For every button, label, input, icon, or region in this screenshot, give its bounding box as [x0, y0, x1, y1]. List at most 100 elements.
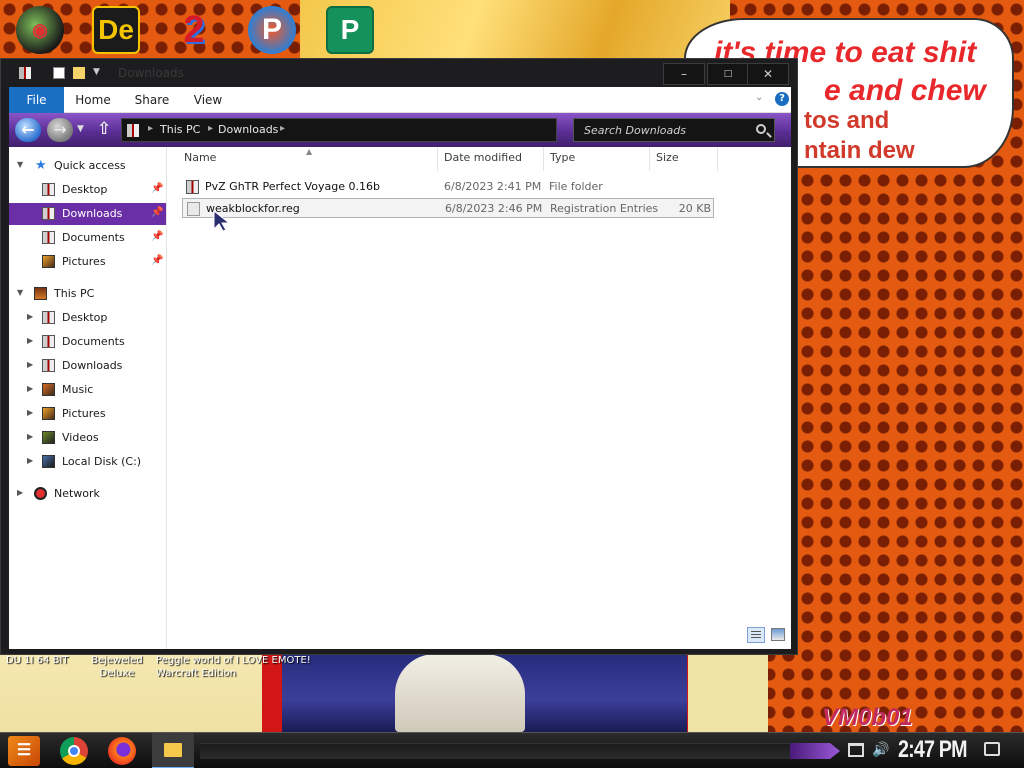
breadcrumb-separator-icon[interactable]: ▸	[148, 123, 153, 134]
nav-label: Local Disk (C:)	[62, 455, 142, 468]
notifications-icon[interactable]	[984, 742, 1000, 756]
nav-this-pc[interactable]: ▼ This PC	[9, 283, 166, 305]
nav-pc-documents[interactable]: ▶ Documents	[9, 331, 166, 353]
tab-home[interactable]: Home	[71, 87, 115, 113]
tab-file[interactable]: File	[9, 87, 64, 113]
nav-label: Downloads	[62, 207, 123, 220]
nav-label: Quick access	[54, 159, 126, 172]
close-button[interactable]: ✕	[747, 63, 789, 85]
tab-share[interactable]: Share	[129, 87, 175, 113]
volume-tray-icon[interactable]: 🔊	[872, 742, 889, 758]
details-view-button[interactable]	[747, 627, 765, 643]
nav-quick-access[interactable]: ▼ ★ Quick access	[9, 155, 166, 177]
explorer-window: ▼ Downloads – □ ✕ File Home Share View ⌄…	[0, 58, 798, 655]
desktop-app-icon-3[interactable]: 2	[170, 6, 218, 54]
pin-icon[interactable]: 📌	[151, 183, 163, 194]
nav-quick-desktop[interactable]: Desktop 📌	[9, 179, 166, 201]
nav-label: Downloads	[62, 359, 123, 372]
quick-access-toolbar-dropdown-icon[interactable]: ▼	[93, 67, 100, 77]
expand-chevron-icon[interactable]: ▶	[27, 312, 33, 321]
desktop-label-peggle[interactable]: Peggle world of I LOVE EMOTE! Warcraft E…	[156, 654, 316, 680]
help-icon[interactable]: ?	[775, 92, 789, 106]
address-bar: ← → ▼ ⇧ ▸ This PC ▸ Downloads ▸ Search D…	[9, 113, 791, 147]
nav-pc-downloads[interactable]: ▶ Downloads	[9, 355, 166, 377]
registry-file-icon	[187, 202, 200, 216]
expand-chevron-icon[interactable]: ▶	[27, 456, 33, 465]
search-icon[interactable]	[756, 124, 766, 134]
nav-quick-pictures[interactable]: Pictures 📌	[9, 251, 166, 273]
desktop-app-icon-1[interactable]: ◉	[16, 6, 64, 54]
desktop-label-1[interactable]: DU 1I 64 BIT	[6, 654, 69, 667]
file-row[interactable]: weakblockfor.reg 6/8/2023 2:46 PM Regist…	[182, 198, 714, 218]
file-size: 20 KB	[678, 202, 711, 215]
taskbar-clock[interactable]: 2:47 PM	[898, 736, 967, 764]
minimize-button[interactable]: –	[663, 63, 705, 85]
nav-quick-documents[interactable]: Documents 📌	[9, 227, 166, 249]
chrome-taskbar-icon[interactable]	[60, 737, 88, 765]
forward-button[interactable]: →	[47, 118, 73, 142]
expand-chevron-icon[interactable]: ▶	[27, 384, 33, 393]
back-button[interactable]: ←	[15, 118, 41, 142]
file-row[interactable]: PvZ GhTR Perfect Voyage 0.16b 6/8/2023 2…	[182, 177, 714, 197]
app-icon-1-glyph: ◉	[32, 19, 48, 40]
new-folder-icon[interactable]	[73, 67, 85, 79]
pin-icon[interactable]: 📌	[151, 255, 163, 266]
pictures-icon	[42, 255, 55, 268]
music-icon	[42, 383, 55, 396]
pin-icon[interactable]: 📌	[151, 231, 163, 242]
file-list: ▲ Name Date modified Type Size PvZ GhTR …	[168, 147, 791, 649]
properties-icon[interactable]	[53, 67, 65, 79]
breadcrumb-downloads[interactable]: Downloads	[218, 123, 278, 136]
firefox-taskbar-icon[interactable]	[108, 737, 136, 765]
desktop-app-icon-5[interactable]: P	[326, 6, 374, 54]
expand-ribbon-chevron-icon[interactable]: ⌄	[755, 92, 763, 103]
file-explorer-taskbar-icon[interactable]	[152, 733, 194, 768]
nav-pc-pictures[interactable]: ▶ Pictures	[9, 403, 166, 425]
desktop-label-bejeweled[interactable]: Bejeweled Deluxe	[86, 654, 148, 680]
up-button[interactable]: ⇧	[97, 119, 111, 139]
breadcrumb-this-pc[interactable]: This PC	[160, 123, 200, 136]
expand-chevron-icon[interactable]: ▶	[27, 432, 33, 441]
column-header-type[interactable]: Type	[544, 147, 650, 171]
nav-pc-local-disk[interactable]: ▶ Local Disk (C:)	[9, 451, 166, 473]
breadcrumb-separator-icon[interactable]: ▸	[208, 123, 213, 134]
recent-locations-dropdown-icon[interactable]: ▼	[77, 124, 84, 134]
collapse-chevron-icon[interactable]: ▼	[17, 288, 23, 297]
column-header-name[interactable]: Name	[178, 147, 438, 171]
expand-chevron-icon[interactable]: ▶	[27, 360, 33, 369]
content-area: ▼ ★ Quick access Desktop 📌 Downloads 📌 D…	[9, 147, 791, 649]
collapse-chevron-icon[interactable]: ▼	[17, 160, 23, 169]
navigation-pane: ▼ ★ Quick access Desktop 📌 Downloads 📌 D…	[9, 147, 167, 649]
start-button[interactable]: ☰	[8, 736, 40, 766]
large-icons-view-button[interactable]	[771, 628, 785, 641]
nav-network[interactable]: ▶ Network	[9, 483, 166, 505]
expand-chevron-icon[interactable]: ▶	[17, 488, 23, 497]
column-header-date[interactable]: Date modified	[438, 147, 544, 171]
tab-view[interactable]: View	[187, 87, 229, 113]
nav-pc-desktop[interactable]: ▶ Desktop	[9, 307, 166, 329]
window-title: Downloads	[118, 66, 184, 80]
watermark: VM0b01	[822, 704, 913, 731]
nav-pc-music[interactable]: ▶ Music	[9, 379, 166, 401]
desktop-app-icon-2[interactable]: De	[92, 6, 140, 54]
app-icon[interactable]	[19, 67, 31, 79]
nav-pc-videos[interactable]: ▶ Videos	[9, 427, 166, 449]
nav-label: This PC	[54, 287, 95, 300]
nav-quick-downloads[interactable]: Downloads 📌	[9, 203, 166, 225]
expand-chevron-icon[interactable]: ▶	[27, 336, 33, 345]
column-header-size[interactable]: Size	[650, 147, 718, 171]
downloads-icon	[42, 359, 55, 372]
pin-icon[interactable]: 📌	[151, 207, 163, 218]
breadcrumb-separator-icon[interactable]: ▸	[280, 123, 285, 134]
title-bar[interactable]: ▼ Downloads – □ ✕	[1, 59, 797, 87]
search-input[interactable]: Search Downloads	[573, 118, 775, 142]
art-panel-yellow-right	[688, 650, 768, 732]
file-name: PvZ GhTR Perfect Voyage 0.16b	[205, 180, 380, 193]
maximize-button[interactable]: □	[707, 63, 749, 85]
videos-icon	[42, 431, 55, 444]
address-input[interactable]: ▸ This PC ▸ Downloads ▸	[121, 118, 557, 142]
expand-chevron-icon[interactable]: ▶	[27, 408, 33, 417]
nav-label: Videos	[62, 431, 99, 444]
desktop-app-icon-4[interactable]: P	[248, 6, 296, 54]
network-tray-icon[interactable]	[848, 743, 864, 757]
